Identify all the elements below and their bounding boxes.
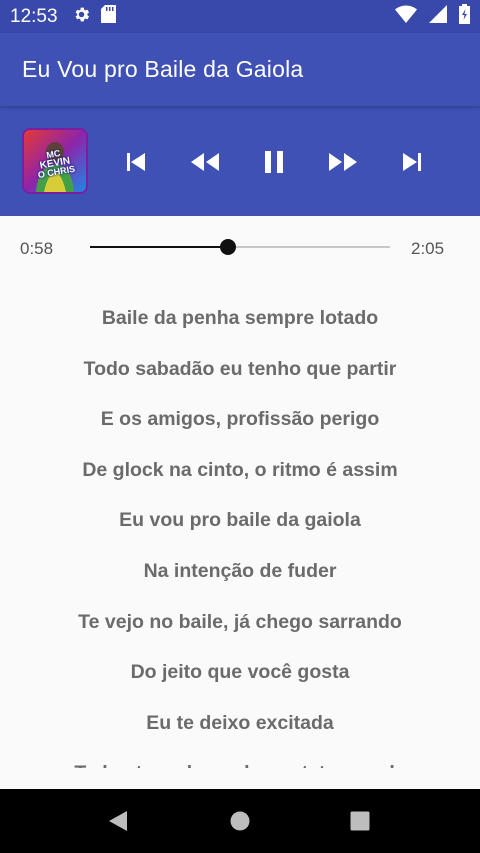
lyric-line: Baile da penha sempre lotado	[101, 307, 379, 329]
recents-button[interactable]	[349, 810, 371, 832]
elapsed-time: 0:58	[20, 239, 54, 258]
app-bar: Eu Vou pro Baile da Gaiola	[0, 33, 480, 106]
skip-previous-button[interactable]	[116, 142, 156, 182]
skip-next-button[interactable]	[392, 142, 432, 182]
page-title: Eu Vou pro Baile da Gaiola	[22, 56, 304, 82]
signal-icon	[429, 5, 447, 28]
lyric-line: Todo sabadão eu tenho que partir	[83, 357, 397, 380]
lyric-line: E os amigos, profissão perigo	[100, 408, 380, 431]
wifi-icon	[395, 5, 417, 28]
status-time: 12:53	[10, 5, 58, 27]
back-button[interactable]	[107, 810, 129, 832]
lyric-line: Tu besta na boca do contato manda	[0, 745, 480, 768]
fast-forward-button[interactable]	[323, 142, 363, 182]
lyric-line: Do jeito que você gosta	[130, 661, 350, 684]
playback-progress: 0:58 2:05	[0, 230, 480, 266]
rewind-icon	[191, 153, 219, 171]
lyric-line: De glock na cinto, o ritmo é assim	[82, 458, 398, 481]
home-icon	[230, 811, 250, 831]
lyric-line: Eu te deixo excitada	[146, 711, 334, 734]
seek-bar-fill	[90, 246, 228, 248]
seek-bar[interactable]	[90, 239, 390, 255]
lyric-line: Eu vou pro baile da gaiola	[119, 509, 361, 532]
album-art[interactable]: MC KEVIN O CHRIS	[22, 128, 88, 194]
sd-card-icon	[100, 5, 116, 28]
pause-button[interactable]	[254, 142, 294, 182]
home-button[interactable]	[229, 810, 251, 832]
total-duration: 2:05	[411, 239, 445, 258]
seek-thumb[interactable]	[220, 239, 236, 255]
gear-icon	[72, 5, 91, 29]
player-controls: MC KEVIN O CHRIS	[0, 106, 480, 216]
battery-icon	[459, 4, 470, 29]
status-bar: 12:53	[0, 0, 480, 33]
lyric-line: Na intenção de fuder	[143, 559, 337, 582]
pause-icon	[265, 151, 283, 173]
skip-next-icon	[403, 153, 421, 171]
rewind-button[interactable]	[185, 142, 225, 182]
back-icon	[109, 811, 127, 831]
navigation-bar	[0, 789, 480, 853]
recents-icon	[350, 811, 370, 831]
lyrics-list: Baile da penha sempre lotado Todo sabadão…	[0, 290, 480, 768]
fast-forward-icon	[329, 153, 357, 171]
lyric-line: Te vejo no baile, já chego sarrando	[78, 610, 402, 633]
skip-previous-icon	[127, 153, 145, 171]
